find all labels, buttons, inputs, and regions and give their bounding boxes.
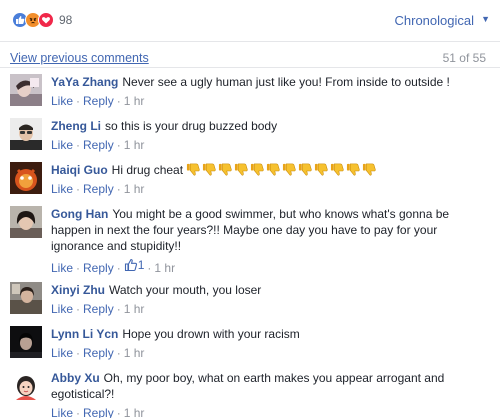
comment-text: Hope you drown with your racism bbox=[122, 327, 300, 341]
thumbs-down-icon bbox=[235, 163, 249, 176]
reply-button[interactable]: Reply bbox=[83, 261, 114, 275]
thumbs-down-icon bbox=[315, 163, 329, 176]
reactions-summary[interactable]: 98 bbox=[12, 12, 72, 28]
comment-text: Never see a ugly human just like you! Fr… bbox=[122, 75, 450, 89]
like-button[interactable]: Like bbox=[51, 406, 73, 418]
comment-text: Oh, my poor boy, what on earth makes you… bbox=[51, 371, 445, 401]
thumbs-up-icon bbox=[124, 258, 137, 272]
thumbs-down-icon bbox=[251, 163, 265, 176]
reaction-count: 98 bbox=[59, 13, 73, 27]
comment: Haiqi Guo Hi drug cheat Like · Reply · 1 hr bbox=[0, 158, 500, 202]
comment: Zheng Li so this is your drug buzzed body… bbox=[0, 114, 500, 158]
avatar[interactable] bbox=[10, 162, 42, 194]
commenter-name[interactable]: Abby Xu bbox=[51, 371, 100, 385]
thumbs-down-icon bbox=[187, 163, 201, 176]
thumbs-down-icon bbox=[186, 162, 378, 181]
commenter-name[interactable]: Zheng Li bbox=[51, 119, 101, 133]
thumbs-down-icon bbox=[219, 163, 233, 176]
chevron-down-icon[interactable]: ▼ bbox=[481, 14, 490, 24]
reactions-bar: 98 Chronological ▼ bbox=[0, 0, 500, 42]
comment-likes[interactable]: 1 bbox=[124, 258, 145, 272]
reply-button[interactable]: Reply bbox=[83, 138, 114, 152]
avatar[interactable] bbox=[10, 74, 42, 106]
like-button[interactable]: Like bbox=[51, 261, 73, 275]
comment-timestamp[interactable]: 1 hr bbox=[124, 182, 145, 196]
thumbs-down-icon bbox=[267, 163, 281, 176]
comment: Lynn Li Ycn Hope you drown with your raci… bbox=[0, 322, 500, 366]
comment-text: You might be a good swimmer, but who kno… bbox=[51, 207, 450, 253]
comment-timestamp[interactable]: 1 hr bbox=[124, 406, 145, 418]
thumbs-down-icon bbox=[203, 163, 217, 176]
reply-button[interactable]: Reply bbox=[83, 346, 114, 360]
comment-timestamp[interactable]: 1 hr bbox=[154, 261, 175, 275]
reply-button[interactable]: Reply bbox=[83, 182, 114, 196]
view-previous-comments-link[interactable]: View previous comments bbox=[10, 51, 149, 65]
avatar[interactable] bbox=[10, 326, 42, 358]
sort-dropdown[interactable]: Chronological bbox=[395, 13, 475, 28]
reply-button[interactable]: Reply bbox=[83, 302, 114, 316]
commenter-name[interactable]: Haiqi Guo bbox=[51, 163, 108, 177]
comment-timestamp[interactable]: 1 hr bbox=[124, 94, 145, 108]
comment: YaYa Zhang Never see a ugly human just li… bbox=[0, 70, 500, 114]
comment-text: Hi drug cheat bbox=[111, 163, 184, 177]
thumbs-down-icon bbox=[347, 163, 361, 176]
avatar[interactable] bbox=[10, 118, 42, 150]
love-icon bbox=[38, 12, 54, 28]
comment: Xinyi Zhu Watch your mouth, you loser Lik… bbox=[0, 278, 500, 322]
avatar[interactable] bbox=[10, 206, 42, 238]
like-button[interactable]: Like bbox=[51, 302, 73, 316]
thumbs-down-icon bbox=[283, 163, 297, 176]
comments-pager: View previous comments 51 of 55 bbox=[0, 42, 500, 68]
reply-button[interactable]: Reply bbox=[83, 94, 114, 108]
comment-timestamp[interactable]: 1 hr bbox=[124, 302, 145, 316]
comment: Abby Xu Oh, my poor boy, what on earth ma… bbox=[0, 366, 500, 418]
like-button[interactable]: Like bbox=[51, 94, 73, 108]
comment-timestamp[interactable]: 1 hr bbox=[124, 346, 145, 360]
commenter-name[interactable]: Xinyi Zhu bbox=[51, 283, 105, 297]
comment-count: 51 of 55 bbox=[442, 51, 486, 65]
thumbs-down-icon bbox=[331, 163, 345, 176]
commenter-name[interactable]: Gong Han bbox=[51, 207, 108, 221]
comment-like-count: 1 bbox=[137, 258, 145, 272]
thumbs-down-icon bbox=[299, 163, 313, 176]
comment-timestamp[interactable]: 1 hr bbox=[124, 138, 145, 152]
comment: Gong Han You might be a good swimmer, but… bbox=[0, 202, 500, 278]
comment-text: Watch your mouth, you loser bbox=[109, 283, 262, 297]
avatar[interactable] bbox=[10, 370, 42, 402]
like-button[interactable]: Like bbox=[51, 182, 73, 196]
reply-button[interactable]: Reply bbox=[83, 406, 114, 418]
comment-text: so this is your drug buzzed body bbox=[105, 119, 278, 133]
thumbs-down-icon bbox=[363, 163, 377, 176]
commenter-name[interactable]: Lynn Li Ycn bbox=[51, 327, 118, 341]
like-button[interactable]: Like bbox=[51, 138, 73, 152]
commenter-name[interactable]: YaYa Zhang bbox=[51, 75, 118, 89]
like-button[interactable]: Like bbox=[51, 346, 73, 360]
avatar[interactable] bbox=[10, 282, 42, 314]
